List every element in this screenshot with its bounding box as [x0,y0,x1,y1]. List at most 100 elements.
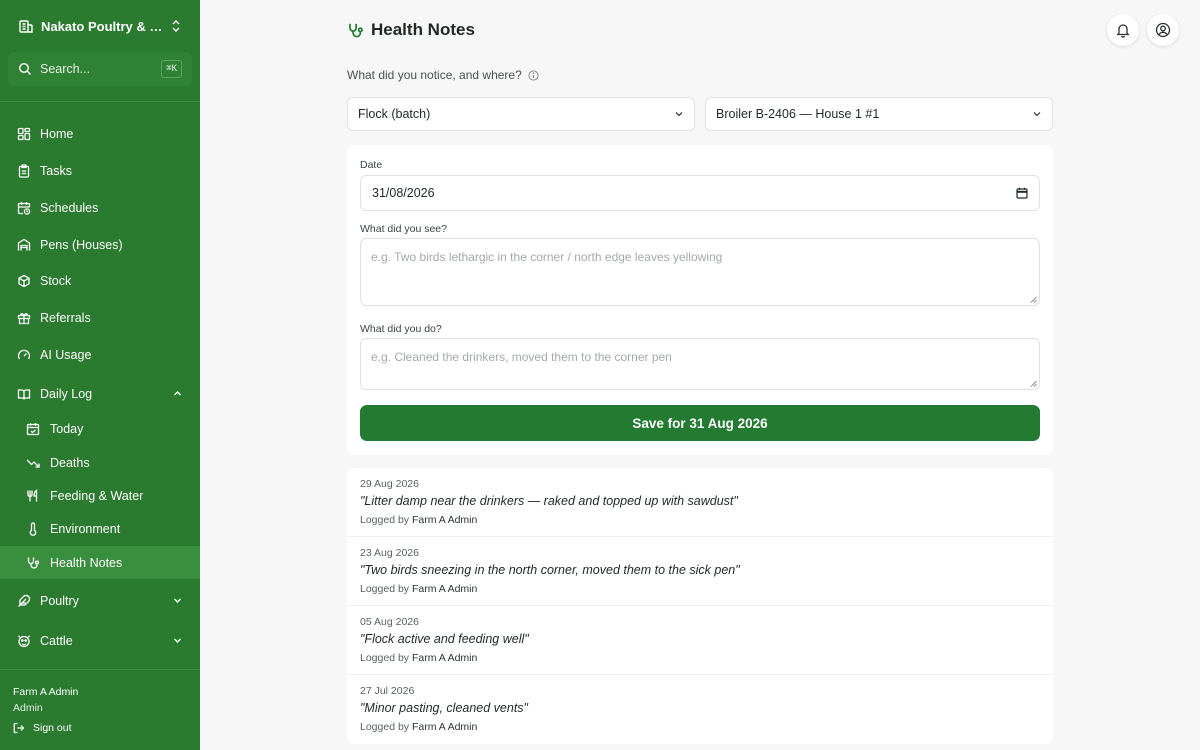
user-info: Farm A Admin Admin [13,684,78,716]
profile-button[interactable] [1147,14,1179,46]
sidebar-subitem-deaths[interactable]: Deaths [0,446,200,479]
user-name: Farm A Admin [13,686,79,698]
sign-out-button[interactable]: Sign out [13,722,72,734]
list-item[interactable]: 23 Aug 2026 "Two birds sneezing in the n… [347,537,1053,606]
did-placeholder: e.g. Cleaned the drinkers, moved them to… [371,350,672,364]
entry-author: Farm A Admin [411,514,478,526]
sidebar-subitem-health-notes[interactable]: Health Notes [0,546,200,579]
box-icon [17,274,31,288]
logged-by-label: Logged by [360,652,410,664]
list-item[interactable]: 05 Aug 2026 "Flock active and feeding we… [347,606,1053,675]
target-type-select[interactable]: Flock (batch) [347,97,695,131]
date-label: Date [360,159,383,171]
page-title: Health Notes [371,20,475,39]
entry-logged-by: Logged by Farm A Admin [360,721,477,733]
saw-placeholder: e.g. Two birds lethargic in the corner /… [371,250,723,264]
farm-name: Nakato Poultry & Da... [41,18,170,34]
sidebar-group-daily-log[interactable]: Daily Log [0,377,200,410]
target-value: Broiler B-2406 — House 1 #1 [716,107,880,121]
list-item[interactable]: 29 Aug 2026 "Litter damp near the drinke… [347,468,1053,537]
sidebar: Nakato Poultry & Da... Search... ⌘K Home… [0,0,200,750]
stethoscope-icon [26,556,40,570]
trending-down-icon [26,456,40,470]
logged-by-label: Logged by [360,721,410,733]
gauge-icon [17,348,31,362]
save-button[interactable]: Save for 31 Aug 2026 [360,405,1040,441]
cattle-icon [17,634,31,648]
entry-author: Farm A Admin [411,652,478,664]
sidebar-item-tasks[interactable]: Tasks [0,154,200,187]
sign-out-label: Sign out [33,722,72,734]
building-icon [18,18,34,34]
entry-logged-by: Logged by Farm A Admin [360,583,477,595]
calendar-icon[interactable] [1016,187,1028,199]
sidebar-group-label: Poultry [40,593,79,608]
entry-note: "Minor pasting, cleaned vents" [360,701,528,715]
info-icon[interactable] [528,69,539,81]
sidebar-item-label: Stock [40,273,72,288]
question-text: What did you notice, and where? [347,68,522,82]
entry-logged-by: Logged by Farm A Admin [360,514,477,526]
page-header: Health Notes [347,20,475,40]
entry-note: "Litter damp near the drinkers — raked a… [360,494,738,508]
entry-note: "Flock active and feeding well" [360,632,529,646]
did-label: What did you do? [360,323,442,335]
search-placeholder: Search... [40,62,91,76]
sidebar-subitem-label: Deaths [50,455,90,470]
entry-logged-by: Logged by Farm A Admin [360,652,477,664]
calendar-check-icon [26,422,40,436]
book-open-icon [17,387,31,401]
search-box[interactable]: Search... ⌘K [8,52,192,86]
grid-icon [17,127,31,141]
what-did-you-do-textarea[interactable]: e.g. Cleaned the drinkers, moved them to… [360,338,1040,390]
chevron-down-icon [674,109,684,119]
resize-handle-icon[interactable] [1030,296,1037,303]
sidebar-item-label: Referrals [40,310,91,325]
saw-label: What did you see? [360,223,447,235]
target-type-value: Flock (batch) [358,107,431,121]
what-did-you-see-textarea[interactable]: e.g. Two birds lethargic in the corner /… [360,238,1040,306]
notifications-button[interactable] [1107,14,1139,46]
entry-note: "Two birds sneezing in the north corner,… [360,563,740,577]
sidebar-subitem-feeding-water[interactable]: Feeding & Water [0,479,200,512]
thermometer-icon [26,521,40,536]
sidebar-group-cattle[interactable]: Cattle [0,624,200,657]
list-item[interactable]: 27 Jul 2026 "Minor pasting, cleaned vent… [347,675,1053,744]
sidebar-item-pens[interactable]: Pens (Houses) [0,228,200,261]
sidebar-group-poultry[interactable]: Poultry [0,584,200,617]
resize-handle-icon[interactable] [1030,380,1037,387]
chevron-down-icon [172,595,183,606]
sidebar-item-home[interactable]: Home [0,117,200,150]
sidebar-item-label: Pens (Houses) [40,237,123,252]
chevron-down-icon [172,635,183,646]
chevron-down-icon [1032,109,1042,119]
logged-by-label: Logged by [360,514,410,526]
chevrons-up-down-icon [170,19,182,33]
calendar-clock-icon [17,201,31,215]
sidebar-item-stock[interactable]: Stock [0,264,200,297]
sidebar-item-schedules[interactable]: Schedules [0,191,200,224]
sidebar-subitem-label: Environment [50,521,121,536]
date-input[interactable]: 31/08/2026 [360,175,1040,211]
clipboard-icon [17,163,31,178]
sidebar-divider [0,669,200,670]
sidebar-subitem-today[interactable]: Today [0,412,200,445]
target-select[interactable]: Broiler B-2406 — House 1 #1 [705,97,1053,131]
search-shortcut: ⌘K [161,60,182,78]
health-note-form: Date 31/08/2026 What did you see? e.g. T… [347,145,1053,455]
entry-date: 29 Aug 2026 [360,478,419,490]
sidebar-subitem-label: Today [50,421,84,436]
sidebar-subitem-environment[interactable]: Environment [0,512,200,545]
sidebar-group-label: Cattle [40,633,73,648]
user-circle-icon [1155,22,1171,38]
search-icon [18,62,32,76]
sidebar-item-referrals[interactable]: Referrals [0,301,200,334]
sidebar-item-ai-usage[interactable]: AI Usage [0,338,200,371]
sidebar-subitem-label: Health Notes [50,555,123,570]
entry-author: Farm A Admin [411,583,478,595]
farm-switcher[interactable]: Nakato Poultry & Da... [8,8,192,44]
location-question: What did you notice, and where? [347,68,539,82]
sidebar-subitem-label: Feeding & Water [50,488,144,503]
logged-by-label: Logged by [360,583,410,595]
sidebar-item-label: Tasks [40,163,72,178]
